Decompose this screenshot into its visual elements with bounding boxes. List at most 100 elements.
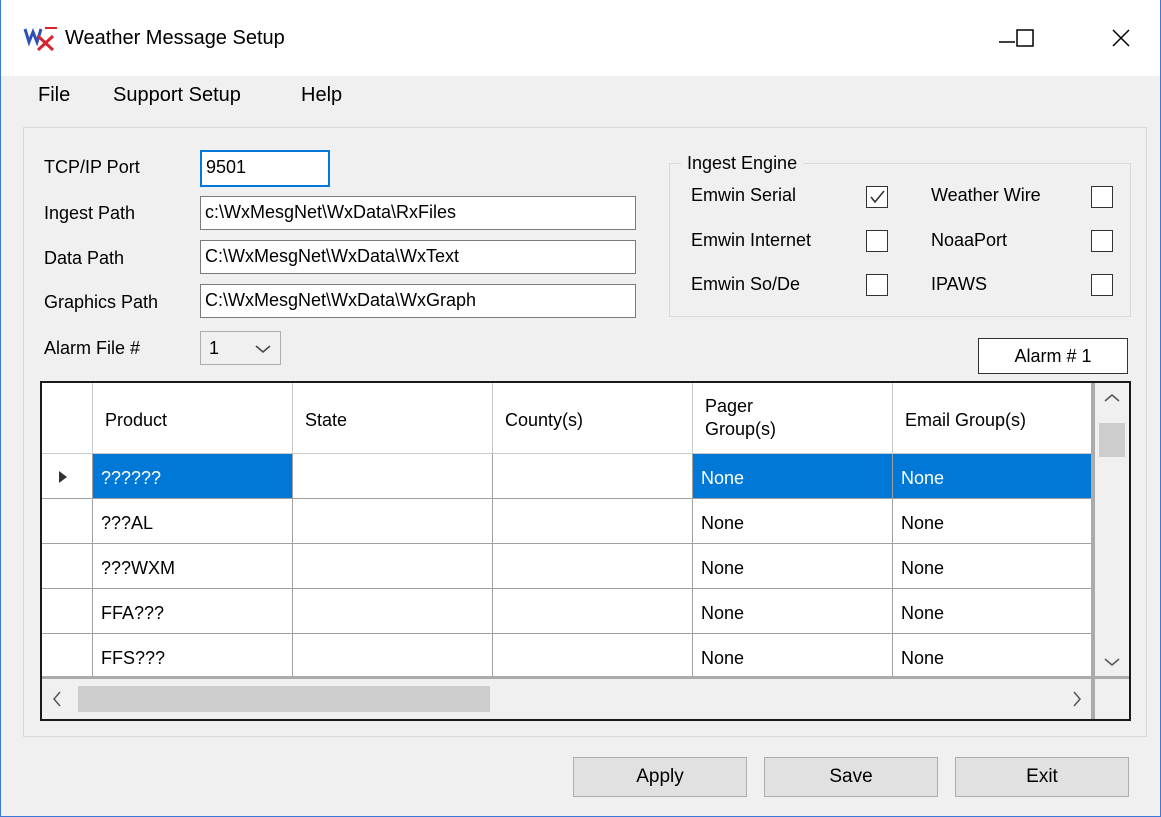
title-bar: Weather Message Setup [1, 0, 1160, 76]
grid-corner-header [42, 383, 93, 454]
row-header[interactable] [42, 454, 93, 499]
cell-pager[interactable]: None [693, 454, 893, 499]
cell-product[interactable]: ???WXM [93, 544, 293, 589]
close-icon [1112, 29, 1130, 47]
tcp-port-input[interactable]: 9501 [200, 150, 330, 187]
apply-button[interactable]: Apply [573, 757, 747, 797]
column-header-email-label: Email Group(s) [905, 410, 1027, 430]
scroll-up-icon[interactable] [1104, 393, 1120, 403]
emwin-internet-checkbox[interactable] [866, 230, 888, 252]
column-header-email[interactable]: Email Group(s) [893, 383, 1091, 454]
cell-county[interactable] [493, 634, 693, 676]
cell-pager[interactable]: None [693, 634, 893, 676]
alarm-file-value: 1 [209, 338, 220, 358]
cell-email[interactable]: None [893, 454, 1091, 499]
grid-body: Product State County(s) Pager Group(s) E… [42, 383, 1091, 676]
current-row-arrow-icon [59, 471, 67, 483]
close-button[interactable] [1098, 18, 1144, 58]
ingest-engine-legend: Ingest Engine [681, 153, 804, 174]
menu-help[interactable]: Help [301, 84, 342, 107]
main-window: Weather Message Setup File Support Setup… [0, 0, 1161, 817]
app-logo-icon [23, 27, 57, 52]
cell-county[interactable] [493, 589, 693, 634]
column-header-county[interactable]: County(s) [493, 383, 693, 454]
alarm-file-label: Alarm File # [44, 338, 141, 358]
data-path-input[interactable]: C:\WxMesgNet\WxData\WxText [200, 240, 636, 274]
scroll-right-icon[interactable] [1072, 691, 1082, 707]
cell-email[interactable]: None [893, 544, 1091, 589]
emwin-serial-label: Emwin Serial [691, 185, 797, 205]
cell-state[interactable] [293, 544, 493, 589]
alarm-file-select[interactable]: 1 [200, 331, 281, 365]
table-row[interactable]: FFS??? None None [42, 634, 1091, 676]
ingest-path-label: Ingest Path [44, 203, 136, 223]
table-row[interactable]: FFA??? None None [42, 589, 1091, 634]
column-header-product[interactable]: Product [93, 383, 293, 454]
vertical-scroll-thumb[interactable] [1099, 423, 1125, 457]
column-header-product-label: Product [105, 410, 168, 430]
column-header-state[interactable]: State [293, 383, 493, 454]
column-header-pager-label-line2: Group(s) [705, 419, 777, 439]
row-header[interactable] [42, 499, 93, 544]
ingest-path-input[interactable]: c:\WxMesgNet\WxData\RxFiles [200, 196, 636, 230]
maximize-icon [1016, 29, 1034, 47]
exit-button[interactable]: Exit [955, 757, 1129, 797]
cell-state[interactable] [293, 589, 493, 634]
column-header-pager[interactable]: Pager Group(s) [693, 383, 893, 454]
chevron-down-icon [255, 345, 271, 353]
table-row[interactable]: ???AL None None [42, 499, 1091, 544]
table-row[interactable]: ???WXM None None [42, 544, 1091, 589]
tcp-port-label: TCP/IP Port [44, 157, 140, 177]
alarm-data-grid[interactable]: Product State County(s) Pager Group(s) E… [40, 381, 1131, 721]
cell-pager[interactable]: None [693, 499, 893, 544]
column-header-pager-label-line1: Pager [705, 396, 754, 416]
cell-state[interactable] [293, 454, 493, 499]
cell-county[interactable] [493, 544, 693, 589]
graphics-path-label: Graphics Path [44, 292, 159, 312]
cell-county[interactable] [493, 454, 693, 499]
graphics-path-input[interactable]: C:\WxMesgNet\WxData\WxGraph [200, 284, 636, 318]
menu-support-setup[interactable]: Support Setup [113, 84, 241, 107]
weather-wire-label: Weather Wire [931, 185, 1041, 205]
cell-product[interactable]: ?????? [93, 454, 293, 499]
emwin-serial-checkbox[interactable] [866, 186, 888, 208]
scroll-down-icon[interactable] [1104, 657, 1120, 667]
row-header[interactable] [42, 634, 93, 676]
cell-pager[interactable]: None [693, 589, 893, 634]
maximize-button[interactable] [1002, 18, 1048, 58]
vertical-scrollbar[interactable] [1095, 383, 1129, 676]
row-header[interactable] [42, 589, 93, 634]
checkmark-icon [870, 190, 885, 204]
cell-county[interactable] [493, 499, 693, 544]
menu-file[interactable]: File [38, 84, 70, 107]
table-row[interactable]: ?????? None None [42, 454, 1091, 499]
cell-product[interactable]: FFS??? [93, 634, 293, 676]
cell-pager[interactable]: None [693, 544, 893, 589]
row-header[interactable] [42, 544, 93, 589]
noaaport-checkbox[interactable] [1091, 230, 1113, 252]
ipaws-checkbox[interactable] [1091, 274, 1113, 296]
horizontal-scrollbar[interactable] [42, 679, 1091, 719]
column-header-state-label: State [305, 410, 348, 430]
column-header-county-label: County(s) [505, 410, 584, 430]
window-title: Weather Message Setup [65, 27, 285, 49]
save-button[interactable]: Save [764, 757, 938, 797]
cell-email[interactable]: None [893, 634, 1091, 676]
cell-product[interactable]: FFA??? [93, 589, 293, 634]
emwin-sode-checkbox[interactable] [866, 274, 888, 296]
noaaport-label: NoaaPort [931, 230, 1008, 250]
data-path-label: Data Path [44, 248, 125, 268]
scroll-left-icon[interactable] [52, 691, 62, 707]
ipaws-label: IPAWS [931, 274, 988, 294]
cell-email[interactable]: None [893, 589, 1091, 634]
emwin-sode-label: Emwin So/De [691, 274, 801, 294]
scrollbar-corner [1095, 679, 1129, 719]
cell-state[interactable] [293, 634, 493, 676]
menu-bar: File Support Setup Help [1, 76, 1160, 114]
horizontal-scroll-thumb[interactable] [78, 686, 490, 712]
cell-state[interactable] [293, 499, 493, 544]
weather-wire-checkbox[interactable] [1091, 186, 1113, 208]
cell-product[interactable]: ???AL [93, 499, 293, 544]
emwin-internet-label: Emwin Internet [691, 230, 812, 250]
cell-email[interactable]: None [893, 499, 1091, 544]
